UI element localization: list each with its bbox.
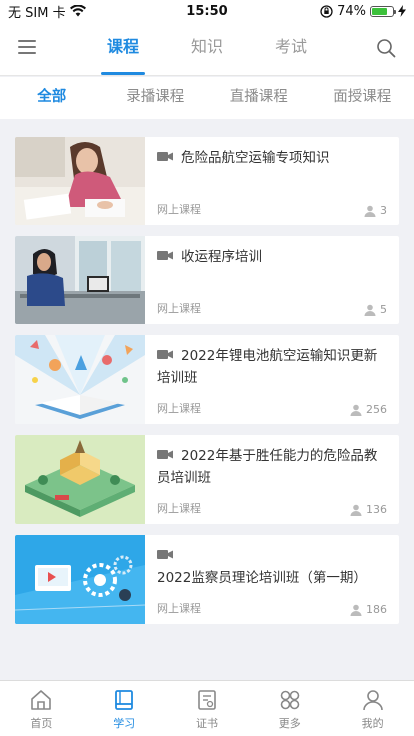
person-icon bbox=[350, 404, 362, 416]
filter-live[interactable]: 直播课程 bbox=[207, 77, 311, 119]
search-icon[interactable] bbox=[376, 38, 396, 58]
wifi-icon bbox=[69, 5, 86, 17]
grid-icon bbox=[280, 690, 300, 710]
battery-percent: 74% bbox=[337, 3, 366, 19]
top-nav: 课程 知识 考试 bbox=[0, 22, 414, 76]
course-card-body: 收运程序培训 网上课程 5 bbox=[145, 236, 399, 324]
course-title: 收运程序培训 bbox=[157, 246, 387, 268]
certificate-icon bbox=[198, 690, 216, 710]
carrier-text: 无 SIM 卡 bbox=[8, 5, 66, 21]
tabbar-study[interactable]: 学习 bbox=[83, 681, 166, 736]
person-icon bbox=[364, 304, 376, 316]
course-title: 2022年锂电池航空运输知识更新培训班 bbox=[157, 348, 378, 386]
course-type: 网上课程 bbox=[157, 402, 201, 415]
enrollment-count: 186 bbox=[350, 603, 387, 616]
filter-tabs: 全部 录播课程 直播课程 面授课程 bbox=[0, 77, 414, 119]
tabbar-label: 首页 bbox=[30, 717, 53, 730]
course-card-body: 2022监察员理论培训班（第一期） 网上课程 186 bbox=[145, 535, 399, 624]
bottom-tab-bar: 首页 学习 证书 更多 我的 bbox=[0, 680, 414, 736]
video-course-icon bbox=[157, 450, 173, 459]
open-book-illustration bbox=[15, 335, 145, 424]
course-type: 网上课程 bbox=[157, 203, 201, 216]
user-icon bbox=[362, 690, 383, 711]
course-card[interactable]: 2022年锂电池航空运输知识更新培训班 网上课程 256 bbox=[15, 335, 399, 424]
tabbar-label: 学习 bbox=[113, 717, 136, 730]
person-writing-photo bbox=[15, 137, 145, 225]
filter-all[interactable]: 全部 bbox=[0, 77, 104, 119]
tabbar-profile[interactable]: 我的 bbox=[331, 681, 414, 736]
person-icon bbox=[350, 604, 362, 616]
video-course-icon bbox=[157, 152, 173, 161]
person-icon bbox=[350, 504, 362, 516]
filter-recorded[interactable]: 录播课程 bbox=[104, 77, 208, 119]
status-left: 无 SIM 卡 bbox=[8, 2, 158, 21]
enrollment-count: 3 bbox=[364, 204, 387, 217]
home-icon bbox=[31, 690, 52, 710]
course-card-body: 危险品航空运输专项知识 网上课程 3 bbox=[145, 137, 399, 225]
charging-icon bbox=[398, 5, 406, 17]
video-course-icon bbox=[157, 350, 173, 359]
filter-in-person[interactable]: 面授课程 bbox=[311, 77, 414, 119]
top-tabs: 课程 知识 考试 bbox=[0, 22, 414, 76]
course-title: 2022监察员理论培训班（第一期） bbox=[157, 545, 387, 589]
tab-exams[interactable]: 考试 bbox=[271, 22, 311, 76]
tabbar-more[interactable]: 更多 bbox=[248, 681, 331, 736]
course-card[interactable]: 危险品航空运输专项知识 网上课程 3 bbox=[15, 137, 399, 225]
course-card-body: 2022年锂电池航空运输知识更新培训班 网上课程 256 bbox=[145, 335, 399, 424]
course-title: 危险品航空运输专项知识 bbox=[157, 147, 387, 169]
enrollment-count: 5 bbox=[364, 303, 387, 316]
enrollment-count: 256 bbox=[350, 403, 387, 416]
status-right: 74% bbox=[256, 4, 406, 19]
book-icon bbox=[115, 690, 134, 710]
tabbar-label: 我的 bbox=[361, 717, 384, 730]
status-bar: 无 SIM 卡 15:50 74% bbox=[0, 0, 414, 22]
video-course-icon bbox=[157, 550, 173, 559]
tabbar-label: 证书 bbox=[195, 717, 218, 730]
tabbar-home[interactable]: 首页 bbox=[0, 681, 83, 736]
course-title: 2022年基于胜任能力的危险品教员培训班 bbox=[157, 448, 378, 486]
tab-knowledge[interactable]: 知识 bbox=[187, 22, 227, 76]
hamburger-icon[interactable] bbox=[18, 40, 36, 54]
enrollment-count: 136 bbox=[350, 503, 387, 516]
person-at-desk-photo bbox=[15, 236, 145, 324]
video-course-icon bbox=[157, 251, 173, 260]
course-card[interactable]: 收运程序培训 网上课程 5 bbox=[15, 236, 399, 324]
battery-icon bbox=[370, 5, 396, 17]
tabbar-label: 更多 bbox=[278, 717, 301, 730]
tab-courses[interactable]: 课程 bbox=[101, 22, 145, 76]
course-card[interactable]: 2022监察员理论培训班（第一期） 网上课程 186 bbox=[15, 535, 399, 624]
orientation-lock-icon bbox=[320, 4, 333, 18]
course-list: 危险品航空运输专项知识 网上课程 3 收运程序培训 网上课程 5 2022年锂电… bbox=[15, 137, 399, 635]
gears-screen-illustration bbox=[15, 535, 145, 624]
status-time: 15:50 bbox=[186, 3, 228, 19]
course-card-body: 2022年基于胜任能力的危险品教员培训班 网上课程 136 bbox=[145, 435, 399, 524]
tabbar-certificate[interactable]: 证书 bbox=[166, 681, 249, 736]
course-type: 网上课程 bbox=[157, 602, 201, 615]
course-type: 网上课程 bbox=[157, 302, 201, 315]
course-type: 网上课程 bbox=[157, 502, 201, 515]
isometric-school-illustration bbox=[15, 435, 145, 524]
course-card[interactable]: 2022年基于胜任能力的危险品教员培训班 网上课程 136 bbox=[15, 435, 399, 524]
person-icon bbox=[364, 205, 376, 217]
